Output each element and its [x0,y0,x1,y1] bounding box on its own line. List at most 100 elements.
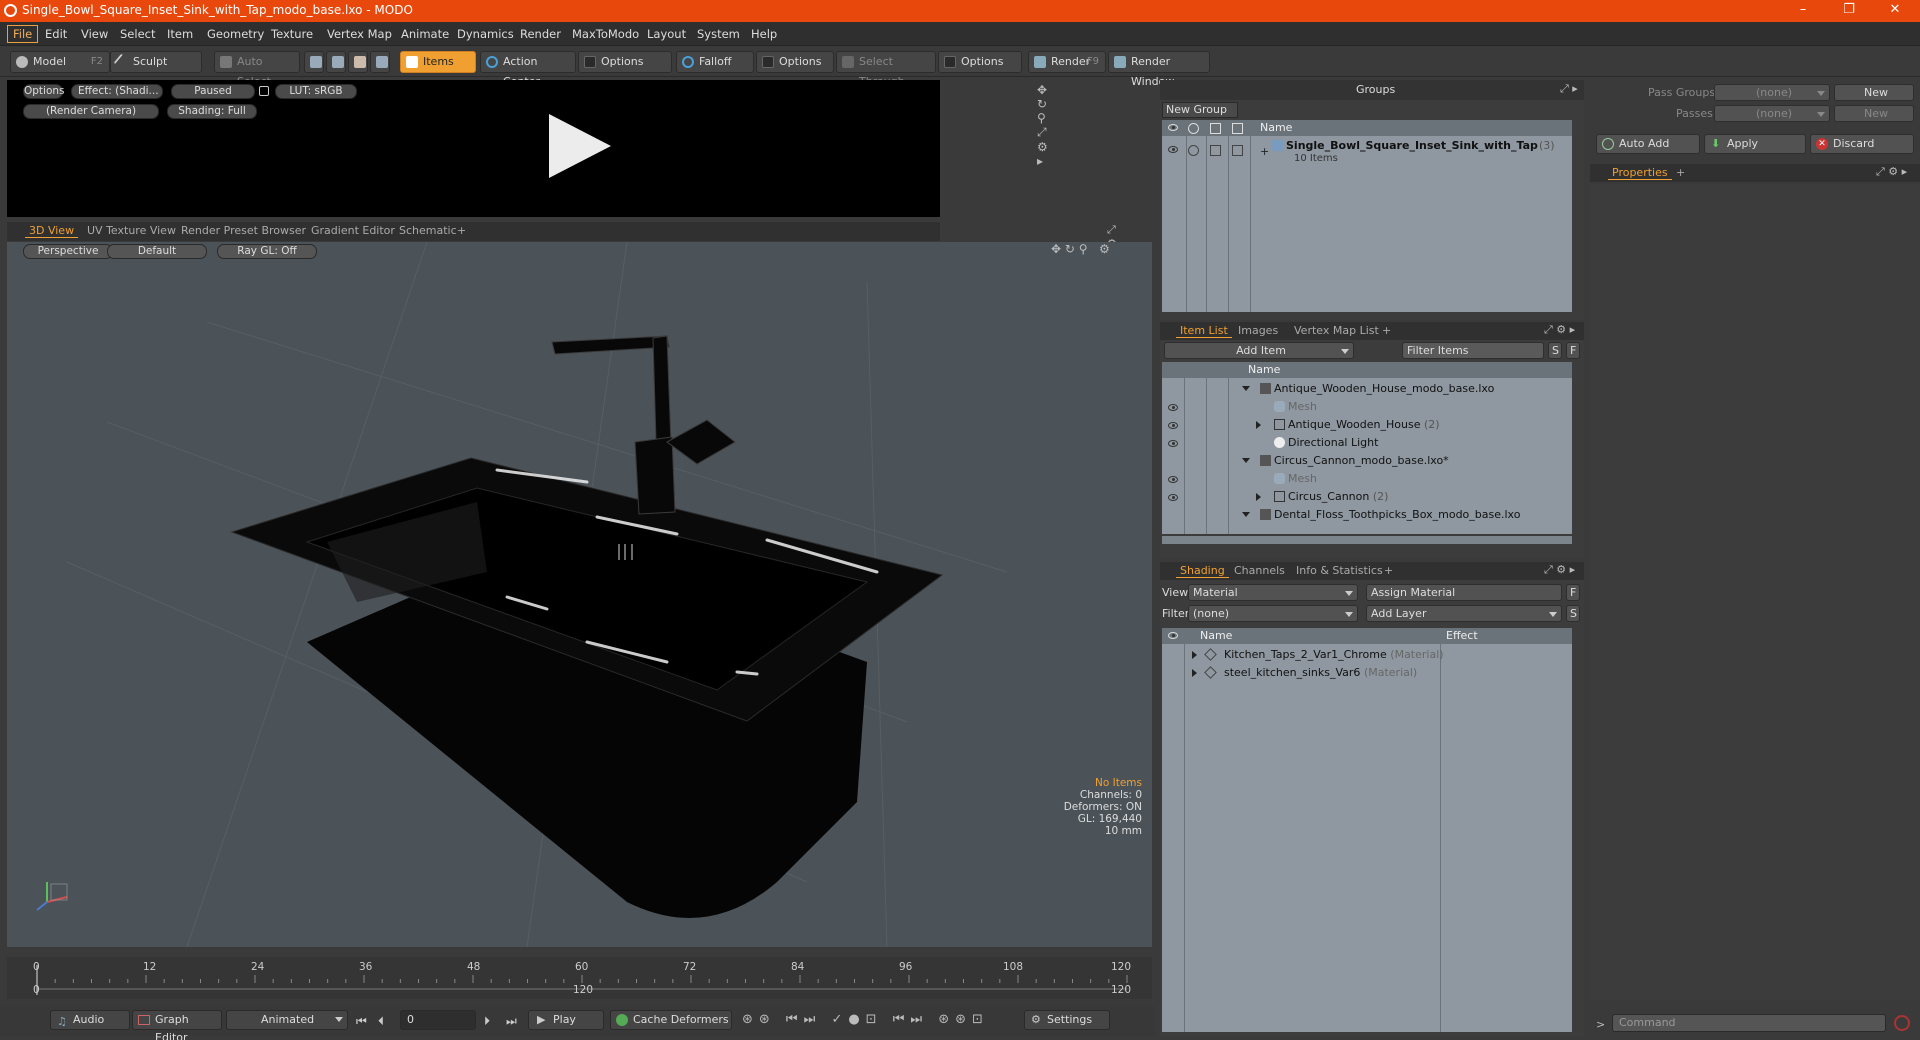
model-mode-button[interactable]: Model F2 [10,51,110,73]
lock-icon[interactable] [259,86,269,96]
tree-row[interactable]: Circus_Cannon_modo_base.lxo* [1162,452,1572,470]
select-toggle-icon[interactable] [1210,145,1221,156]
tab-vertex-map-list[interactable]: Vertex Map List [1290,324,1383,337]
tab-images[interactable]: Images [1234,324,1282,337]
visibility-icon[interactable] [1168,422,1178,429]
command-history-icon[interactable] [1894,1015,1910,1031]
effect-dropdown[interactable]: Effect: (Shadi... [71,84,163,99]
menu-maxtomodo[interactable]: MaxToModo [567,26,644,42]
action-center-options-button[interactable]: Options [578,51,672,73]
menu-edit[interactable]: Edit [40,26,72,42]
materials-mode-button[interactable] [370,51,390,73]
item-list-s-button[interactable]: S [1548,342,1562,359]
collapse-icon[interactable] [1242,386,1250,391]
groups-panel-icons[interactable]: ⤢ ▸ [1560,82,1578,96]
visibility-icon[interactable] [1168,440,1178,447]
add-tab-button[interactable]: + [1672,166,1689,179]
edges-mode-button[interactable] [326,51,346,73]
render-window-button[interactable]: Render Window [1108,51,1210,88]
expand-icon[interactable] [1192,651,1197,659]
material-row[interactable]: steel_kitchen_sinks_Var6 (Material) [1162,664,1572,682]
tree-row[interactable]: Mesh [1162,398,1572,416]
filter-items-input[interactable]: Filter Items [1402,342,1544,359]
menu-file[interactable]: File [7,25,39,43]
expand-plus-icon[interactable]: + [1260,145,1269,158]
vertices-mode-button[interactable] [304,51,324,73]
menu-help[interactable]: Help [746,26,782,42]
play-icon[interactable] [545,110,615,182]
menu-item[interactable]: Item [162,26,198,42]
material-row[interactable]: Kitchen_Taps_2_Var1_Chrome (Material) [1162,646,1572,664]
tree-row[interactable]: Dental_Floss_Toothpicks_Box_modo_base.lx… [1162,506,1572,524]
menu-dynamics[interactable]: Dynamics [452,26,519,42]
minimize-button[interactable]: – [1788,2,1818,17]
auto-select-button[interactable]: Auto Select [214,51,300,88]
render-toggle-icon[interactable] [1232,145,1243,156]
menu-geometry[interactable]: Geometry [202,26,269,42]
play-button[interactable]: ▶ Play [528,1010,604,1030]
filter-dropdown[interactable]: (none) [1188,605,1358,622]
expand-icon[interactable] [1256,493,1261,501]
tree-row[interactable]: Mesh [1162,470,1572,488]
step-forward-icon[interactable]: ⏵ [484,1014,490,1029]
tree-row[interactable]: Antique_Wooden_House_modo_base.lxo [1162,380,1572,398]
shading-panel-icons[interactable]: ⤢ ⚙ ▸ [1544,563,1575,577]
tab-item-list[interactable]: Item List [1176,324,1232,338]
groups-list[interactable]: Name + Single_Bowl_Square_Inset_Sink_wit… [1162,120,1572,312]
item-list-scrollbar[interactable] [1162,536,1572,544]
visibility-icon[interactable] [1168,404,1178,411]
shading-dropdown[interactable]: Shading: Full [167,104,257,119]
menu-layout[interactable]: Layout [642,26,691,42]
visibility-icon[interactable] [1168,476,1178,483]
graph-editor-button[interactable]: Graph Editor [132,1010,222,1040]
tree-row[interactable]: Circus_Cannon (2) [1162,488,1572,506]
visibility-icon[interactable] [1168,494,1178,501]
add-tab-button[interactable]: + [1380,564,1397,577]
command-input[interactable]: Command [1612,1014,1886,1032]
menu-system[interactable]: System [692,26,745,42]
frame-input[interactable]: 0 [400,1010,476,1030]
animated-dropdown[interactable]: Animated [226,1010,348,1030]
add-tab-button[interactable]: + [453,224,470,237]
pass-groups-dropdown[interactable]: (none) [1714,84,1830,101]
paused-button[interactable]: Paused [171,84,255,99]
passes-dropdown[interactable]: (none) [1714,105,1830,122]
cache-deformers-button[interactable]: Cache Deformers [610,1010,732,1030]
tab-shading[interactable]: Shading [1176,564,1229,578]
menu-render[interactable]: Render [515,26,566,42]
visibility-icon[interactable] [1168,146,1178,153]
audio-button[interactable]: ♫ Audio [50,1010,130,1030]
shader-tree[interactable]: Name Effect Kitchen_Taps_2_Var1_Chrome (… [1162,628,1572,1032]
tab-render-preset-browser[interactable]: Render Preset Browser [177,224,310,237]
new-group-button[interactable]: New Group [1162,102,1238,118]
skip-end-icon[interactable]: ⏭ [506,1014,517,1029]
polygons-mode-button[interactable] [348,51,368,73]
tab-gradient-editor[interactable]: Gradient Editor [307,224,399,237]
shading-s-button[interactable]: S [1566,605,1580,622]
add-item-dropdown[interactable]: Add Item [1164,342,1354,359]
preview-options-button[interactable]: Options [23,84,65,99]
discard-button[interactable]: ✕ Discard [1810,134,1914,154]
item-list-f-button[interactable]: F [1566,342,1580,359]
tab-uv-texture-view[interactable]: UV Texture View [83,224,180,237]
assign-material-button[interactable]: Assign Material [1366,584,1562,601]
close-button[interactable]: ✕ [1880,2,1910,17]
step-back-icon[interactable]: ⏴ [378,1014,384,1029]
tab-schematic[interactable]: Schematic [395,224,461,237]
expand-icon[interactable] [1192,669,1197,677]
lut-dropdown[interactable]: LUT: sRGB [275,84,357,99]
item-list-panel-icons[interactable]: ⤢ ⚙ ▸ [1544,323,1575,337]
settings-button[interactable]: ⚙ Settings [1024,1010,1110,1030]
tab-info-statistics[interactable]: Info & Statistics [1292,564,1387,577]
menu-animate[interactable]: Animate [396,26,454,42]
properties-panel-icons[interactable]: ⤢ ⚙ ▸ [1876,165,1907,179]
group-row[interactable]: + Single_Bowl_Square_Inset_Sink_with_Tap… [1162,138,1572,168]
3d-viewport[interactable]: Perspective Default Ray GL: Off ✥ ↻ ⚲ ⚙ [7,242,1152,947]
action-center-button[interactable]: Action Center [480,51,576,88]
menu-select[interactable]: Select [115,26,160,42]
select-options-button[interactable]: Options [938,51,1022,73]
new-pass-group-button[interactable]: New [1834,84,1914,101]
skip-start-icon[interactable]: ⏮ [356,1014,367,1029]
select-through-button[interactable]: Select Through [836,51,936,88]
menu-view[interactable]: View [76,26,113,42]
